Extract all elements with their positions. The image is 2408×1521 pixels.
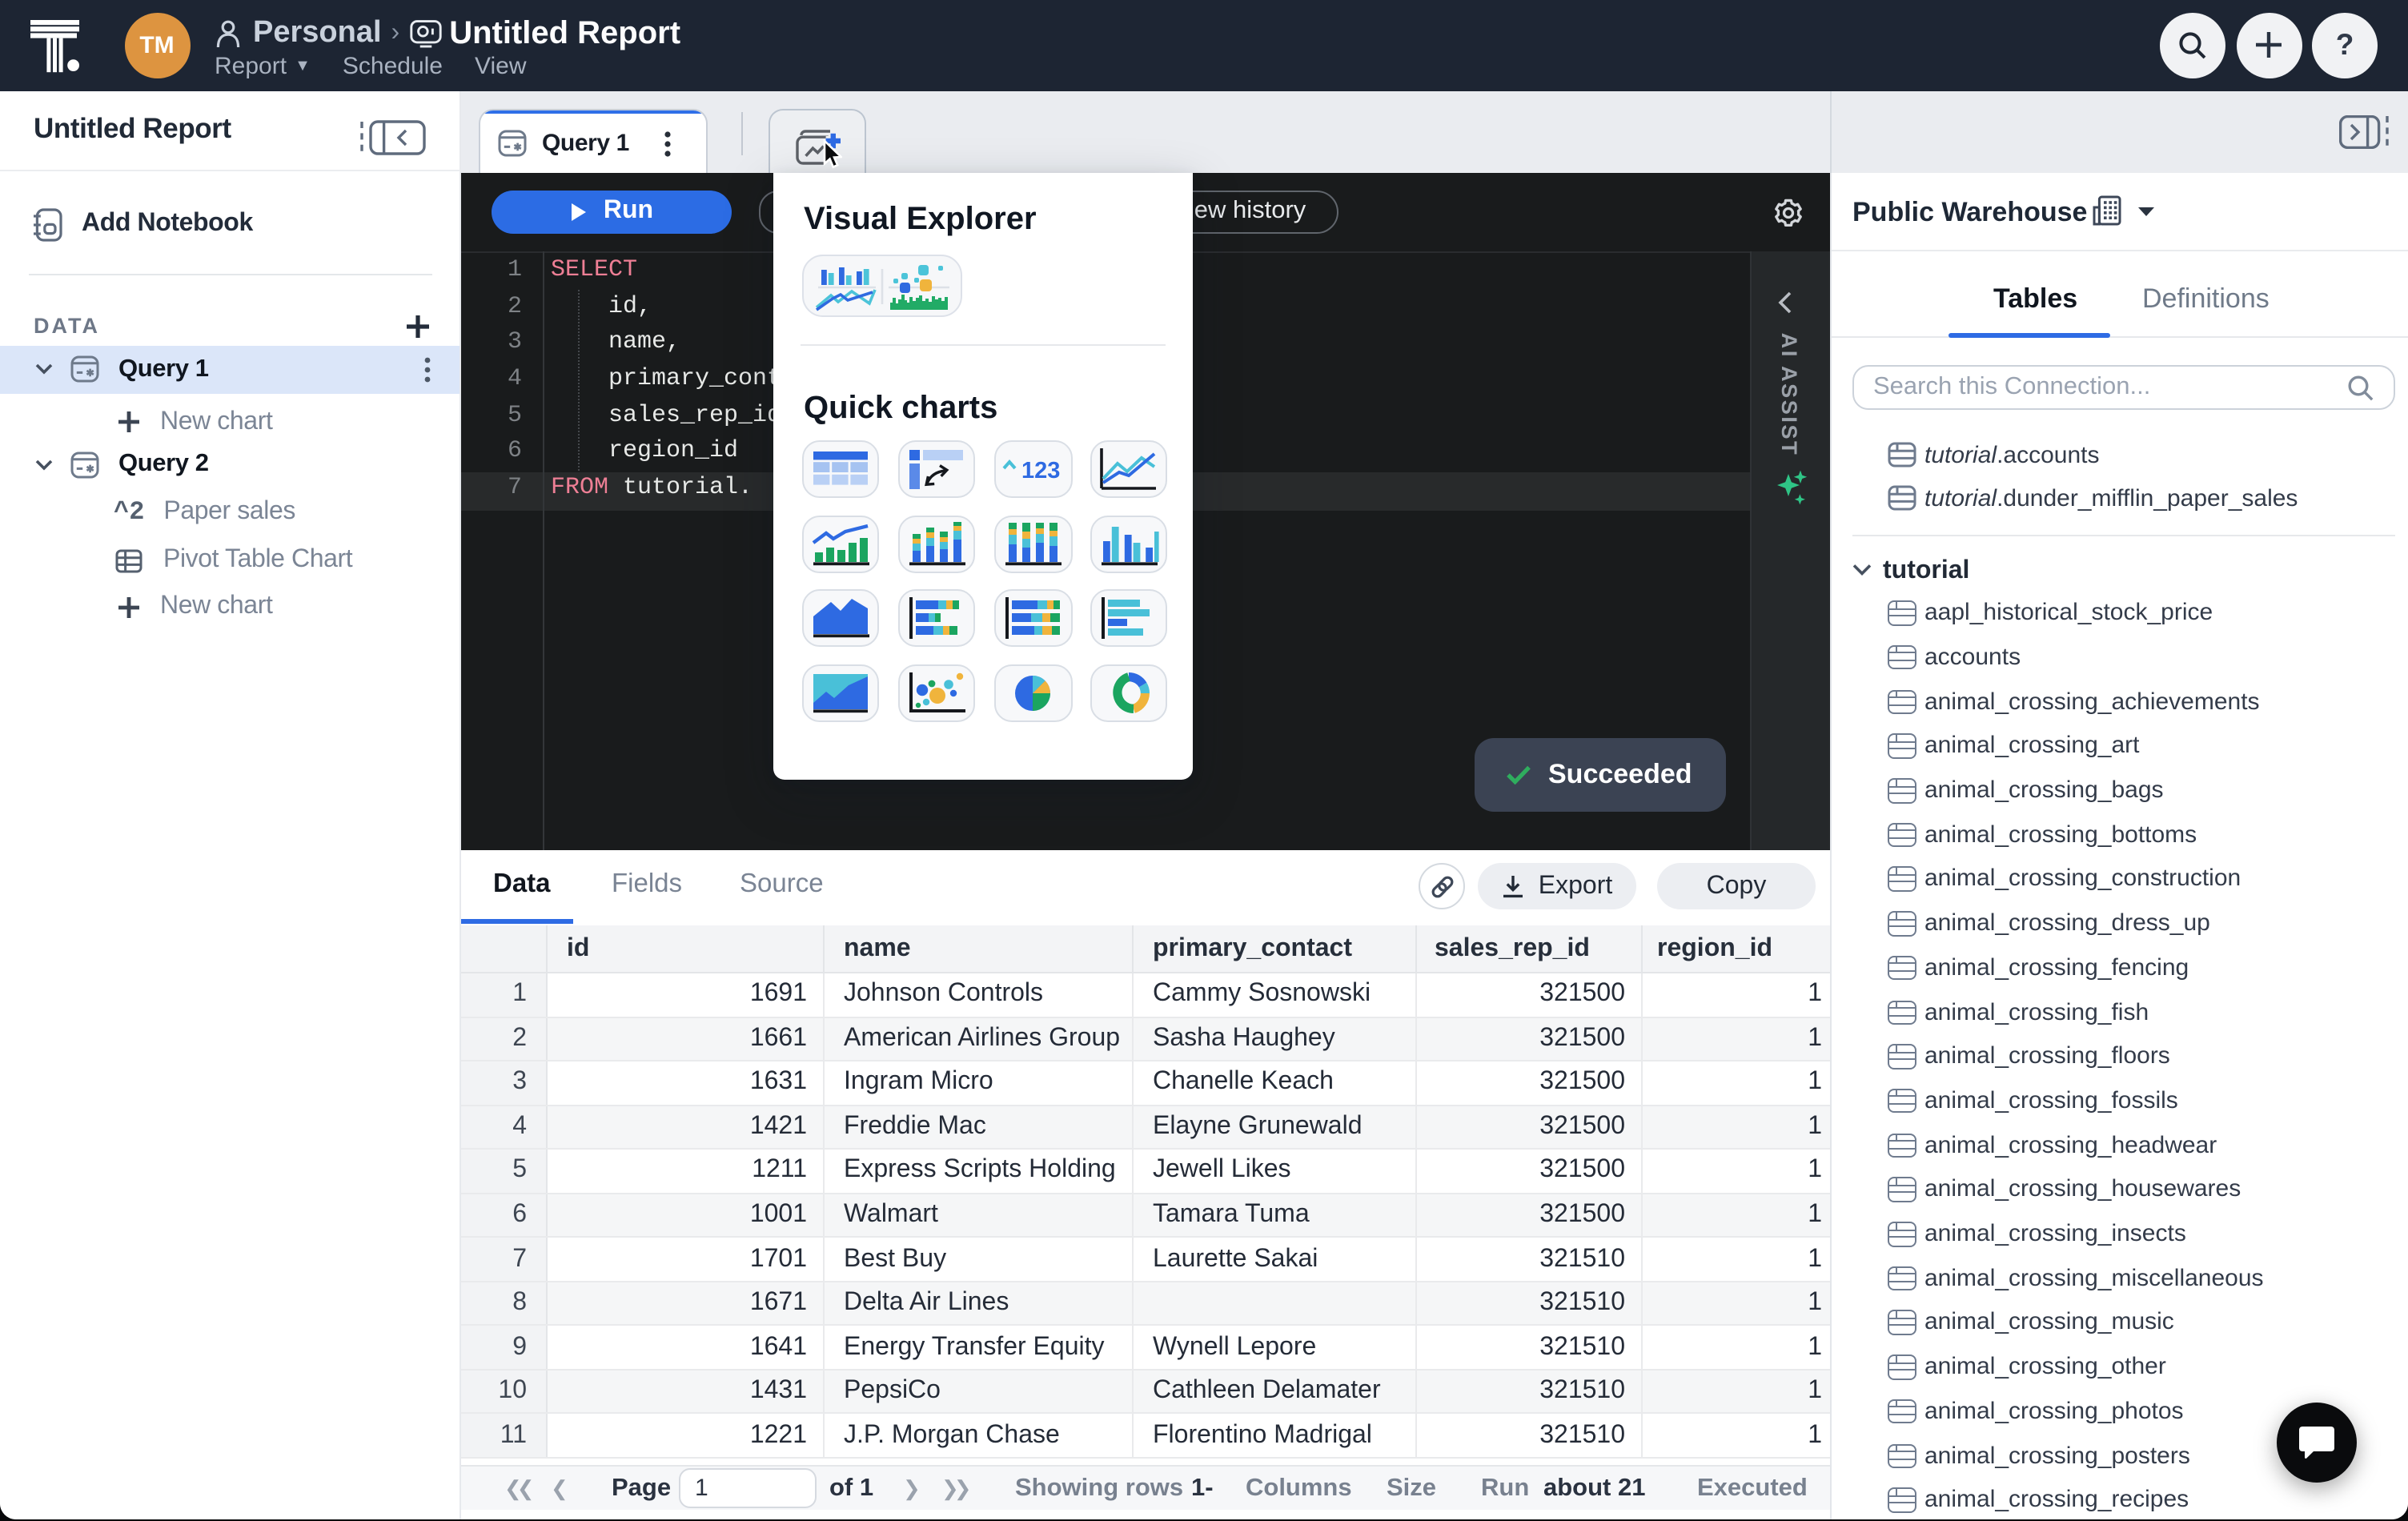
svg-text:123: 123	[1022, 458, 1061, 482]
